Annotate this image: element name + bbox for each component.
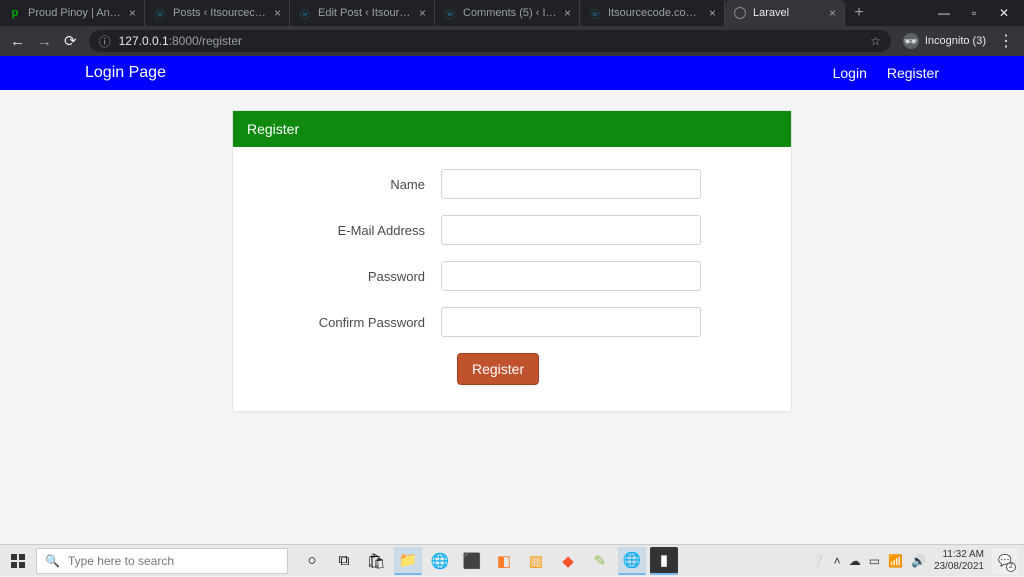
nav-link-login[interactable]: Login — [833, 65, 867, 81]
page-viewport: Login Page Login Register Register Name … — [0, 56, 1024, 544]
label-name: Name — [261, 177, 441, 192]
explorer-icon[interactable]: 📁 — [394, 547, 422, 575]
clock-time: 11:32 AM — [934, 549, 984, 561]
brave-icon[interactable]: ◆ — [554, 547, 582, 575]
taskview-icon[interactable]: ⧉ — [330, 547, 358, 575]
chevron-up-icon[interactable]: ˄ — [834, 554, 841, 568]
browser-menu-icon[interactable]: ⋮ — [998, 31, 1014, 51]
tab-5[interactable]: ◌ Laravel × — [725, 0, 845, 26]
tab-title: Itsourcecode.com | Wh — [608, 7, 703, 19]
close-window-icon[interactable]: ✕ — [998, 7, 1010, 19]
dropbox-icon[interactable]: ⬛ — [458, 547, 486, 575]
address-bar[interactable]: ⓘ 127.0.0.1:8000/register ☆ — [89, 30, 891, 52]
password-input[interactable] — [441, 261, 701, 291]
tab-0[interactable]: p Proud Pinoy | An Outle × — [0, 0, 145, 26]
onedrive-icon[interactable]: ☁ — [849, 554, 861, 568]
info-icon: ⓘ — [99, 33, 111, 50]
incognito-label: Incognito (3) — [925, 35, 986, 47]
search-icon: 🔍 — [45, 554, 60, 568]
favicon-icon: ⓦ — [588, 6, 602, 20]
tab-title: Comments (5) ‹ Itsour — [463, 7, 558, 19]
url-host: 127.0.0.1 — [119, 34, 169, 48]
store-icon[interactable]: 🛍 — [362, 547, 390, 575]
favicon-icon: ⓦ — [298, 6, 312, 20]
favicon-icon: ◌ — [733, 6, 747, 20]
incognito-icon: 🕶 — [903, 33, 919, 49]
chrome-canary-icon[interactable]: 🌐 — [426, 547, 454, 575]
close-icon[interactable]: × — [419, 6, 426, 20]
site-navbar: Login Page Login Register — [0, 56, 1024, 90]
name-input[interactable] — [441, 169, 701, 199]
reload-icon[interactable]: ⟳ — [64, 32, 77, 50]
favicon-icon: p — [8, 6, 22, 20]
url-path: /register — [199, 34, 242, 48]
tab-title: Proud Pinoy | An Outle — [28, 7, 123, 19]
browser-tabstrip: p Proud Pinoy | An Outle × ⓦ Posts ‹ Its… — [0, 0, 1024, 26]
search-placeholder: Type here to search — [68, 554, 174, 568]
close-icon[interactable]: × — [709, 6, 716, 20]
tab-2[interactable]: ⓦ Edit Post ‹ Itsourceco × — [290, 0, 435, 26]
card-header: Register — [233, 111, 791, 147]
sublime-icon[interactable]: ▧ — [522, 547, 550, 575]
close-icon[interactable]: × — [129, 6, 136, 20]
email-input[interactable] — [441, 215, 701, 245]
tab-4[interactable]: ⓦ Itsourcecode.com | Wh × — [580, 0, 725, 26]
favicon-icon: ⓦ — [153, 6, 167, 20]
tab-title: Laravel — [753, 7, 823, 19]
taskbar-clock[interactable]: 11:32 AM 23/08/2021 — [934, 549, 984, 572]
close-icon[interactable]: × — [274, 6, 281, 20]
label-confirm: Confirm Password — [261, 315, 441, 330]
register-card: Register Name E-Mail Address Password Co… — [232, 110, 792, 412]
notepadpp-icon[interactable]: ✎ — [586, 547, 614, 575]
battery-icon[interactable]: ▭ — [869, 554, 880, 568]
taskbar-search[interactable]: 🔍 Type here to search — [36, 548, 288, 574]
notifications-icon[interactable]: 💬2 — [992, 548, 1018, 574]
browser-toolbar: ← → ⟳ ⓘ 127.0.0.1:8000/register ☆ 🕶 Inco… — [0, 26, 1024, 56]
label-password: Password — [261, 269, 441, 284]
close-icon[interactable]: × — [564, 6, 571, 20]
tab-1[interactable]: ⓦ Posts ‹ Itsourcecode.co × — [145, 0, 290, 26]
nav-brand[interactable]: Login Page — [85, 64, 166, 82]
start-button[interactable] — [0, 545, 36, 577]
notif-badge: 2 — [1006, 562, 1016, 572]
url-port: :8000 — [169, 34, 199, 48]
clock-date: 23/08/2021 — [934, 561, 984, 573]
favicon-icon: ⓦ — [443, 6, 457, 20]
terminal-icon[interactable]: ▮ — [650, 547, 678, 575]
minimize-icon[interactable]: — — [938, 7, 950, 19]
nav-link-register[interactable]: Register — [887, 65, 939, 81]
register-button[interactable]: Register — [457, 353, 539, 385]
new-tab-button[interactable]: + — [845, 0, 873, 26]
xampp-icon[interactable]: ◧ — [490, 547, 518, 575]
maximize-icon[interactable]: ▫ — [968, 7, 980, 19]
cortana-icon[interactable]: ○ — [298, 547, 326, 575]
confirm-password-input[interactable] — [441, 307, 701, 337]
forward-icon[interactable]: → — [37, 33, 52, 50]
bookmark-icon[interactable]: ☆ — [870, 34, 881, 48]
back-icon[interactable]: ← — [10, 33, 25, 50]
windows-taskbar: 🔍 Type here to search ○ ⧉ 🛍 📁 🌐 ⬛ ◧ ▧ ◆ … — [0, 544, 1024, 576]
tab-3[interactable]: ⓦ Comments (5) ‹ Itsour × — [435, 0, 580, 26]
label-email: E-Mail Address — [261, 223, 441, 238]
help-icon[interactable]: ❔ — [811, 554, 826, 568]
tab-title: Edit Post ‹ Itsourceco — [318, 7, 413, 19]
close-icon[interactable]: × — [829, 6, 836, 20]
tab-title: Posts ‹ Itsourcecode.co — [173, 7, 268, 19]
wifi-icon[interactable]: 📶 — [888, 554, 903, 568]
volume-icon[interactable]: 🔊 — [911, 554, 926, 568]
incognito-indicator[interactable]: 🕶 Incognito (3) — [903, 33, 986, 49]
chrome-icon[interactable]: 🌐 — [618, 547, 646, 575]
